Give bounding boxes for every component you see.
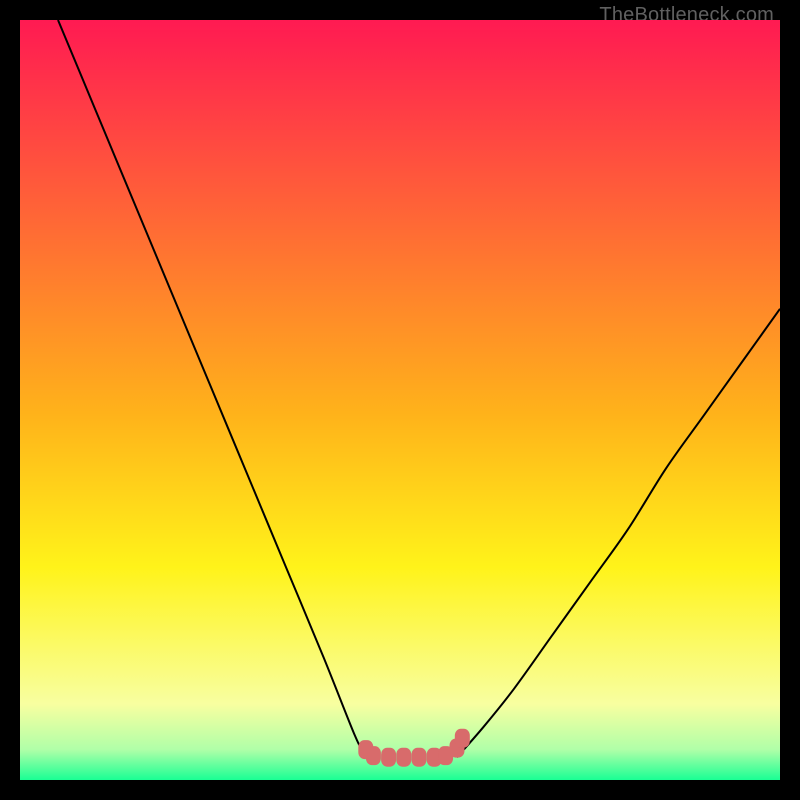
valley-marker [396,748,411,767]
valley-marker [366,746,381,765]
chart-background [20,20,780,780]
chart-frame: TheBottleneck.com [0,0,800,800]
valley-marker [455,729,470,748]
valley-marker [412,748,427,767]
chart-svg [20,20,780,780]
valley-marker [381,748,396,767]
